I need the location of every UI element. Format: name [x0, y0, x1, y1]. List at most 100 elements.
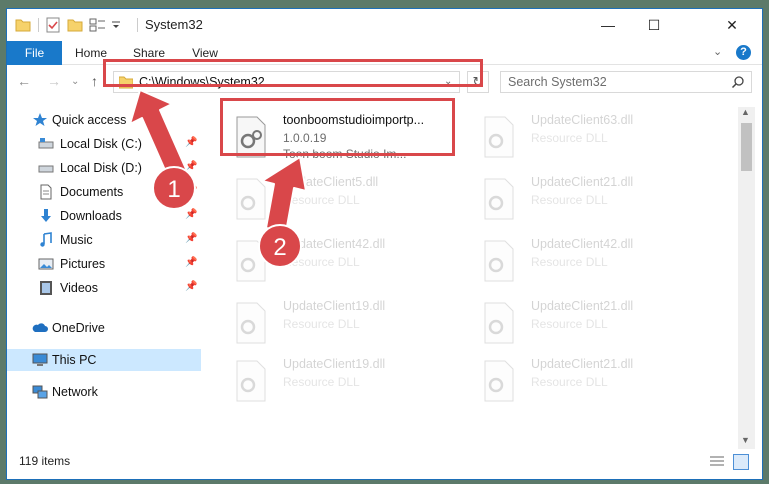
file-tile[interactable]: UpdateClient63.dll Resource DLL [475, 109, 715, 163]
close-button[interactable]: ✕ [709, 9, 755, 41]
recent-locations-button[interactable]: ⌄ [71, 76, 79, 87]
tab-file[interactable]: File [7, 41, 62, 65]
scroll-up-icon[interactable]: ▲ [741, 107, 750, 117]
forward-button[interactable]: → [47, 73, 61, 89]
dll-file-icon [484, 116, 514, 158]
sidebar-item-label: Downloads [60, 209, 122, 223]
drive-icon [38, 138, 54, 149]
file-name: UpdateClient42.dll [531, 237, 634, 251]
sidebar-item-label: Local Disk (C:) [60, 137, 142, 151]
file-tile[interactable]: UpdateClient5.dll Resource DLL [227, 171, 467, 225]
sidebar-item-label: Documents [60, 185, 124, 199]
address-highlight-box [103, 59, 483, 87]
folder-icon[interactable] [15, 17, 31, 33]
music-icon [40, 232, 52, 247]
file-name: UpdateClient19.dll [283, 299, 386, 313]
maximize-button[interactable]: ☐ [631, 9, 677, 41]
network-icon [32, 385, 48, 399]
file-type: Resource DLL [531, 193, 608, 207]
file-type: Resource DLL [531, 375, 608, 389]
up-button[interactable]: ↑ [91, 73, 98, 89]
file-highlight-box [220, 98, 455, 156]
document-icon [40, 184, 52, 200]
pin-icon: 📌 [185, 161, 198, 172]
file-list: toonboomstudioimportp... 1.0.0.19 Toon b… [217, 107, 737, 447]
file-tile[interactable]: UpdateClient42.dll Resource DLL [227, 233, 467, 287]
sidebar-item-quick-access[interactable]: Quick access [7, 109, 201, 131]
customize-toolbar-dropdown-icon[interactable] [111, 17, 121, 33]
search-input[interactable]: Search System32 [508, 75, 607, 89]
toolbar-divider [38, 18, 39, 32]
scroll-thumb[interactable] [741, 123, 752, 171]
file-type: Resource DLL [283, 375, 360, 389]
dll-file-icon [236, 178, 266, 220]
minimize-button[interactable]: — [585, 9, 631, 41]
sidebar-item-label: This PC [52, 353, 97, 367]
toolbar-divider [137, 18, 138, 32]
window-title: System32 [145, 17, 203, 32]
sidebar-item-music[interactable]: Music 📌 [7, 229, 201, 251]
view-options-icon[interactable] [89, 17, 107, 33]
file-tile[interactable]: UpdateClient21.dll Resource DLL [475, 353, 715, 407]
picture-icon [38, 258, 54, 270]
file-name: UpdateClient21.dll [531, 299, 634, 313]
back-button[interactable]: ← [17, 73, 31, 89]
file-name: UpdateClient63.dll [531, 113, 634, 127]
scroll-down-icon[interactable]: ▼ [741, 435, 750, 445]
pin-icon: 📌 [185, 185, 198, 196]
dll-file-icon [236, 302, 266, 344]
vertical-scrollbar[interactable]: ▲ ▼ [738, 107, 755, 449]
drive-icon [38, 165, 54, 173]
file-name: UpdateClient21.dll [531, 357, 634, 371]
sidebar-item-videos[interactable]: Videos 📌 [7, 277, 201, 299]
properties-check-icon[interactable] [45, 17, 61, 33]
large-icons-view-icon[interactable] [733, 454, 749, 470]
file-tile[interactable]: UpdateClient42.dll Resource DLL [475, 233, 715, 287]
file-type: Resource DLL [283, 317, 360, 331]
sidebar-item-onedrive[interactable]: OneDrive [7, 317, 201, 339]
search-box[interactable]: Search System32 [500, 71, 752, 93]
search-icon[interactable] [731, 75, 745, 89]
sidebar-item-label: Network [52, 385, 98, 399]
sidebar-item-documents[interactable]: Documents 📌 [7, 181, 201, 203]
file-tile[interactable]: UpdateClient21.dll Resource DLL [475, 171, 715, 225]
sidebar-item-label: OneDrive [52, 321, 105, 335]
pin-icon: 📌 [185, 233, 198, 244]
pin-icon: 📌 [185, 137, 198, 148]
file-tile[interactable]: UpdateClient19.dll Resource DLL [227, 295, 467, 349]
video-icon [40, 281, 52, 295]
pin-icon: 📌 [185, 281, 198, 292]
sidebar-item-label: Local Disk (D:) [60, 161, 142, 175]
details-view-icon[interactable] [709, 455, 725, 469]
computer-icon [32, 353, 48, 366]
sidebar-item-label: Pictures [60, 257, 106, 271]
cloud-icon [32, 323, 48, 332]
file-tile[interactable]: UpdateClient19.dll Resource DLL [227, 353, 467, 407]
sidebar-item-network[interactable]: Network [7, 381, 201, 403]
expand-ribbon-icon[interactable]: ⌄ [713, 45, 722, 58]
dll-file-icon [484, 178, 514, 220]
sidebar-item-local-disk-c[interactable]: Local Disk (C:) 📌 [7, 133, 201, 155]
status-bar: 119 items [7, 449, 762, 479]
title-bar: System32 — ☐ ✕ [7, 9, 762, 41]
file-tile[interactable]: UpdateClient21.dll Resource DLL [475, 295, 715, 349]
pin-icon: 📌 [185, 257, 198, 268]
help-icon[interactable]: ? [736, 45, 751, 60]
sidebar-item-pictures[interactable]: Pictures 📌 [7, 253, 201, 275]
download-icon [41, 209, 51, 222]
file-type: Resource DLL [283, 255, 360, 269]
item-count: 119 items [19, 454, 71, 468]
dll-file-icon [484, 240, 514, 282]
dll-file-icon [236, 360, 266, 402]
navigation-pane: Quick access Local Disk (C:) 📌 Local Dis… [7, 107, 207, 447]
sidebar-item-label: Videos [60, 281, 98, 295]
sidebar-item-label: Music [60, 233, 93, 247]
star-icon [33, 113, 47, 126]
sidebar-item-local-disk-d[interactable]: Local Disk (D:) 📌 [7, 157, 201, 179]
file-name: UpdateClient42.dll [283, 237, 386, 251]
pin-icon: 📌 [185, 209, 198, 220]
new-folder-icon[interactable] [67, 17, 83, 33]
sidebar-item-downloads[interactable]: Downloads 📌 [7, 205, 201, 227]
file-name: UpdateClient5.dll [283, 175, 379, 189]
sidebar-item-this-pc[interactable]: This PC [7, 349, 201, 371]
